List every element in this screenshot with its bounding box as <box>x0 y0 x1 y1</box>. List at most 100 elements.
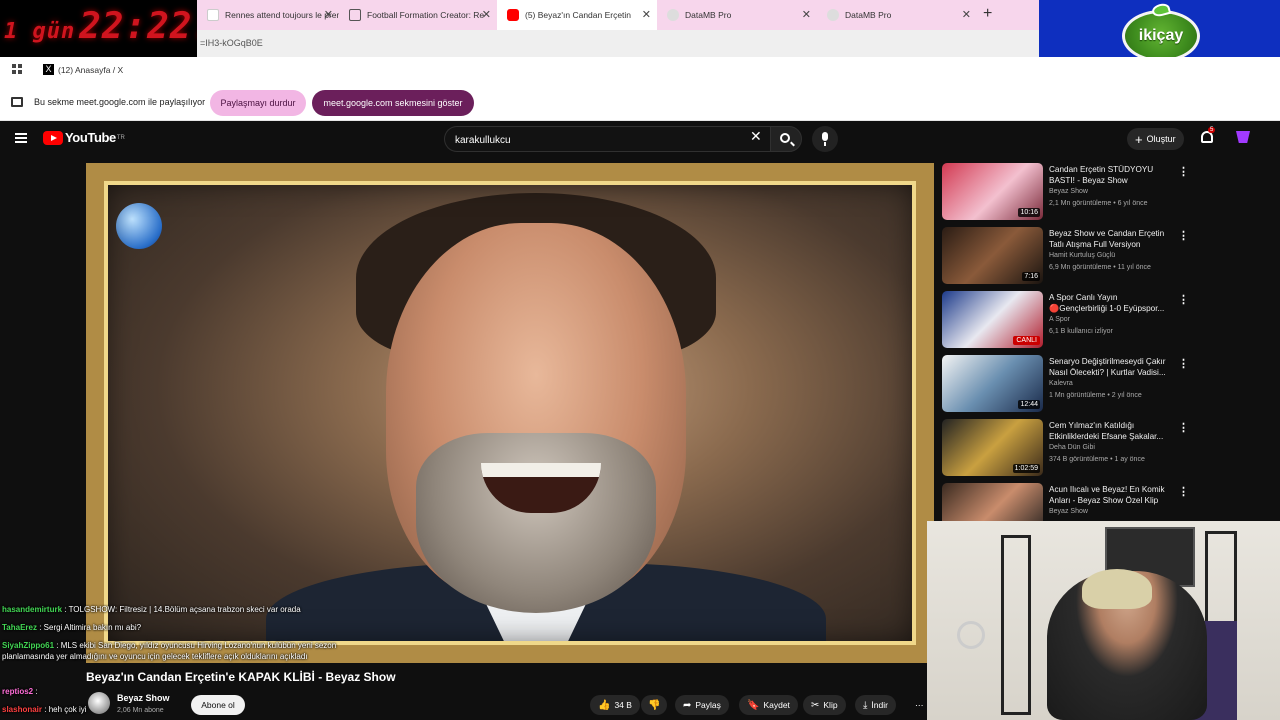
chat-text: : Sergi Altimira bakın mı abi? <box>39 623 142 632</box>
bookmark-x-home[interactable]: (12) Anasayfa / X <box>58 65 123 75</box>
tab-title: Rennes attend toujours le prem <box>225 10 339 20</box>
share-label: Paylaş <box>695 700 721 710</box>
new-tab-icon[interactable]: + <box>983 5 992 23</box>
chat-username: reptios2 <box>2 687 34 696</box>
chat-message: hasandemirturk : TOLGSHOW: Filtresiz | 1… <box>2 604 362 615</box>
tab-title: DataMB Pro <box>845 10 892 20</box>
thumbs-down-icon: 👎 <box>648 699 661 711</box>
close-icon[interactable]: ✕ <box>324 8 333 21</box>
video-thumbnail[interactable]: 1:02:59 <box>942 419 1043 476</box>
show-meet-tab-button[interactable]: meet.google.com sekmesini göster <box>312 90 474 116</box>
more-options-icon[interactable]: ⋮ <box>1178 229 1189 242</box>
search-button[interactable] <box>770 126 802 152</box>
bookmark-icon: 🔖 <box>747 699 760 711</box>
bookmarks-bar: X (12) Anasayfa / X <box>0 57 1280 83</box>
close-icon[interactable]: ✕ <box>962 8 971 21</box>
video-thumbnail[interactable]: CANLI <box>942 291 1043 348</box>
video-thumbnail[interactable]: 12:44 <box>942 355 1043 412</box>
download-button[interactable]: ⤓ İndir <box>855 695 896 715</box>
grid-favicon-icon <box>349 9 361 21</box>
video-thumbnail[interactable]: 7:16 <box>942 227 1043 284</box>
video-title[interactable]: A Spor Canlı Yayın 🔴Gençlerbirliği 1-0 E… <box>1049 292 1171 314</box>
notification-count-badge: 5 <box>1208 127 1216 133</box>
clip-button[interactable]: ✂ Klip <box>803 695 846 715</box>
tab-rennes[interactable]: Rennes attend toujours le prem ✕ <box>197 0 339 30</box>
video-player[interactable] <box>86 163 934 663</box>
tab-title: Football Formation Creator: Re <box>367 10 485 20</box>
video-meta: 2,1 Mn görüntüleme • 6 yıl önce <box>1049 200 1148 207</box>
duration-badge: 10:16 <box>1018 208 1040 217</box>
save-label: Kaydet <box>763 700 790 710</box>
url-text: =IH3-kOGqB0E <box>200 38 263 48</box>
share-button[interactable]: ➦ Paylaş <box>675 695 729 715</box>
video-title[interactable]: Cem Yılmaz'ın Katıldığı Etkinliklerdeki … <box>1049 420 1171 442</box>
clear-search-icon[interactable]: ✕ <box>750 128 762 145</box>
tab-title: (5) Beyaz'ın Candan Erçetin <box>525 10 632 20</box>
like-button[interactable]: 👍 34 B <box>590 695 640 715</box>
plus-icon: + <box>1135 131 1143 147</box>
tab-football-formation[interactable]: Football Formation Creator: Re ✕ <box>339 0 497 30</box>
video-meta: 6,1 B kullanıcı izliyor <box>1049 328 1113 335</box>
video-thumbnail[interactable] <box>942 483 1043 523</box>
more-options-icon[interactable]: ⋮ <box>1178 165 1189 178</box>
browser-tab-bar: Rennes attend toujours le prem ✕ Footbal… <box>197 0 1039 30</box>
duration-badge: 12:44 <box>1018 400 1040 409</box>
more-options-icon[interactable]: ⋮ <box>1178 421 1189 434</box>
dislike-button[interactable]: 👎 <box>641 695 667 715</box>
ikicay-logo: ikiçay <box>1122 10 1200 62</box>
search-box <box>444 126 770 152</box>
close-icon[interactable]: ✕ <box>802 8 811 21</box>
apps-grid-icon[interactable] <box>12 64 22 74</box>
scissors-icon: ✂ <box>811 699 820 711</box>
save-button[interactable]: 🔖 Kaydet <box>739 695 798 715</box>
tab-youtube-active[interactable]: (5) Beyaz'ın Candan Erçetin ✕ <box>497 0 657 30</box>
tab-datamb-1[interactable]: DataMB Pro ✕ <box>657 0 817 30</box>
stop-sharing-button[interactable]: Paylaşmayı durdur <box>210 90 306 116</box>
tab-title: DataMB Pro <box>685 10 732 20</box>
channel-name[interactable]: Hamit Kurtuluş Güçlü <box>1049 252 1115 259</box>
youtube-logo[interactable]: YouTube TR <box>43 130 125 145</box>
clip-label: Klip <box>823 700 838 710</box>
channel-name[interactable]: Deha Dün Gibi <box>1049 444 1095 451</box>
webcam-overlay <box>927 521 1280 720</box>
address-bar[interactable]: =IH3-kOGqB0E <box>197 30 1039 57</box>
list-item[interactable]: 10:16 Candan Erçetin STÜDYOYU BASTI! - B… <box>942 163 1192 223</box>
video-thumbnail[interactable]: 10:16 <box>942 163 1043 220</box>
account-avatar[interactable] <box>1236 131 1250 143</box>
channel-name[interactable]: A Spor <box>1049 316 1070 323</box>
close-icon[interactable]: ✕ <box>642 8 651 21</box>
list-item[interactable]: CANLI A Spor Canlı Yayın 🔴Gençlerbirliği… <box>942 291 1192 351</box>
tab-datamb-2[interactable]: DataMB Pro ✕ <box>817 0 977 30</box>
channel-name[interactable]: Beyaz Show <box>1049 508 1088 515</box>
screen-share-bar: Bu sekme meet.google.com ile paylaşılıyo… <box>0 83 1280 121</box>
list-item[interactable]: 1:02:59 Cem Yılmaz'ın Katıldığı Etkinlik… <box>942 419 1192 479</box>
video-title[interactable]: Beyaz Show ve Candan Erçetin Tatlı Atışm… <box>1049 228 1171 250</box>
channel-name[interactable]: Beyaz Show <box>1049 188 1088 195</box>
video-title[interactable]: Acun Ilıcalı ve Beyaz! En Komik Anları -… <box>1049 484 1171 506</box>
more-options-icon[interactable]: ⋮ <box>1178 357 1189 370</box>
video-meta: 1 Mn görüntüleme • 2 yıl önce <box>1049 392 1142 399</box>
channel-name[interactable]: Kalevra <box>1049 380 1073 387</box>
chat-message: SiyahZippo61 : MLS ekibi San Diego, yıld… <box>2 640 362 662</box>
video-title[interactable]: Candan Erçetin STÜDYOYU BASTI! - Beyaz S… <box>1049 164 1171 186</box>
list-item[interactable]: Acun Ilıcalı ve Beyaz! En Komik Anları -… <box>942 483 1192 523</box>
countdown-time: 22:22:54 <box>79 6 197 47</box>
stream-chat-overlay: hasandemirturk : TOLGSHOW: Filtresiz | 1… <box>2 604 362 720</box>
voice-search-icon[interactable] <box>812 126 838 152</box>
more-options-icon[interactable]: ⋮ <box>1178 293 1189 306</box>
chat-message: slashonair : heh çok iyi <box>2 704 362 715</box>
list-item[interactable]: 12:44 Senaryo Değiştirilmeseydi Çakır Na… <box>942 355 1192 415</box>
menu-icon[interactable] <box>15 133 27 143</box>
screen-share-icon <box>11 97 23 107</box>
download-label: İndir <box>871 700 888 710</box>
list-item[interactable]: 7:16 Beyaz Show ve Candan Erçetin Tatlı … <box>942 227 1192 287</box>
countdown-overlay: 1 gün22:22:54 <box>0 0 197 57</box>
search-input[interactable] <box>455 132 735 148</box>
close-icon[interactable]: ✕ <box>482 8 491 21</box>
countdown-day: 1 gün <box>4 19 76 44</box>
video-title[interactable]: Senaryo Değiştirilmeseydi Çakır Nasıl Öl… <box>1049 356 1171 378</box>
chat-message: TahaErez : Sergi Altimira bakın mı abi? <box>2 622 362 633</box>
chat-message: reptios2 : <box>2 686 362 697</box>
create-button[interactable]: + Oluştur <box>1127 128 1184 150</box>
more-options-icon[interactable]: ⋮ <box>1178 485 1189 498</box>
